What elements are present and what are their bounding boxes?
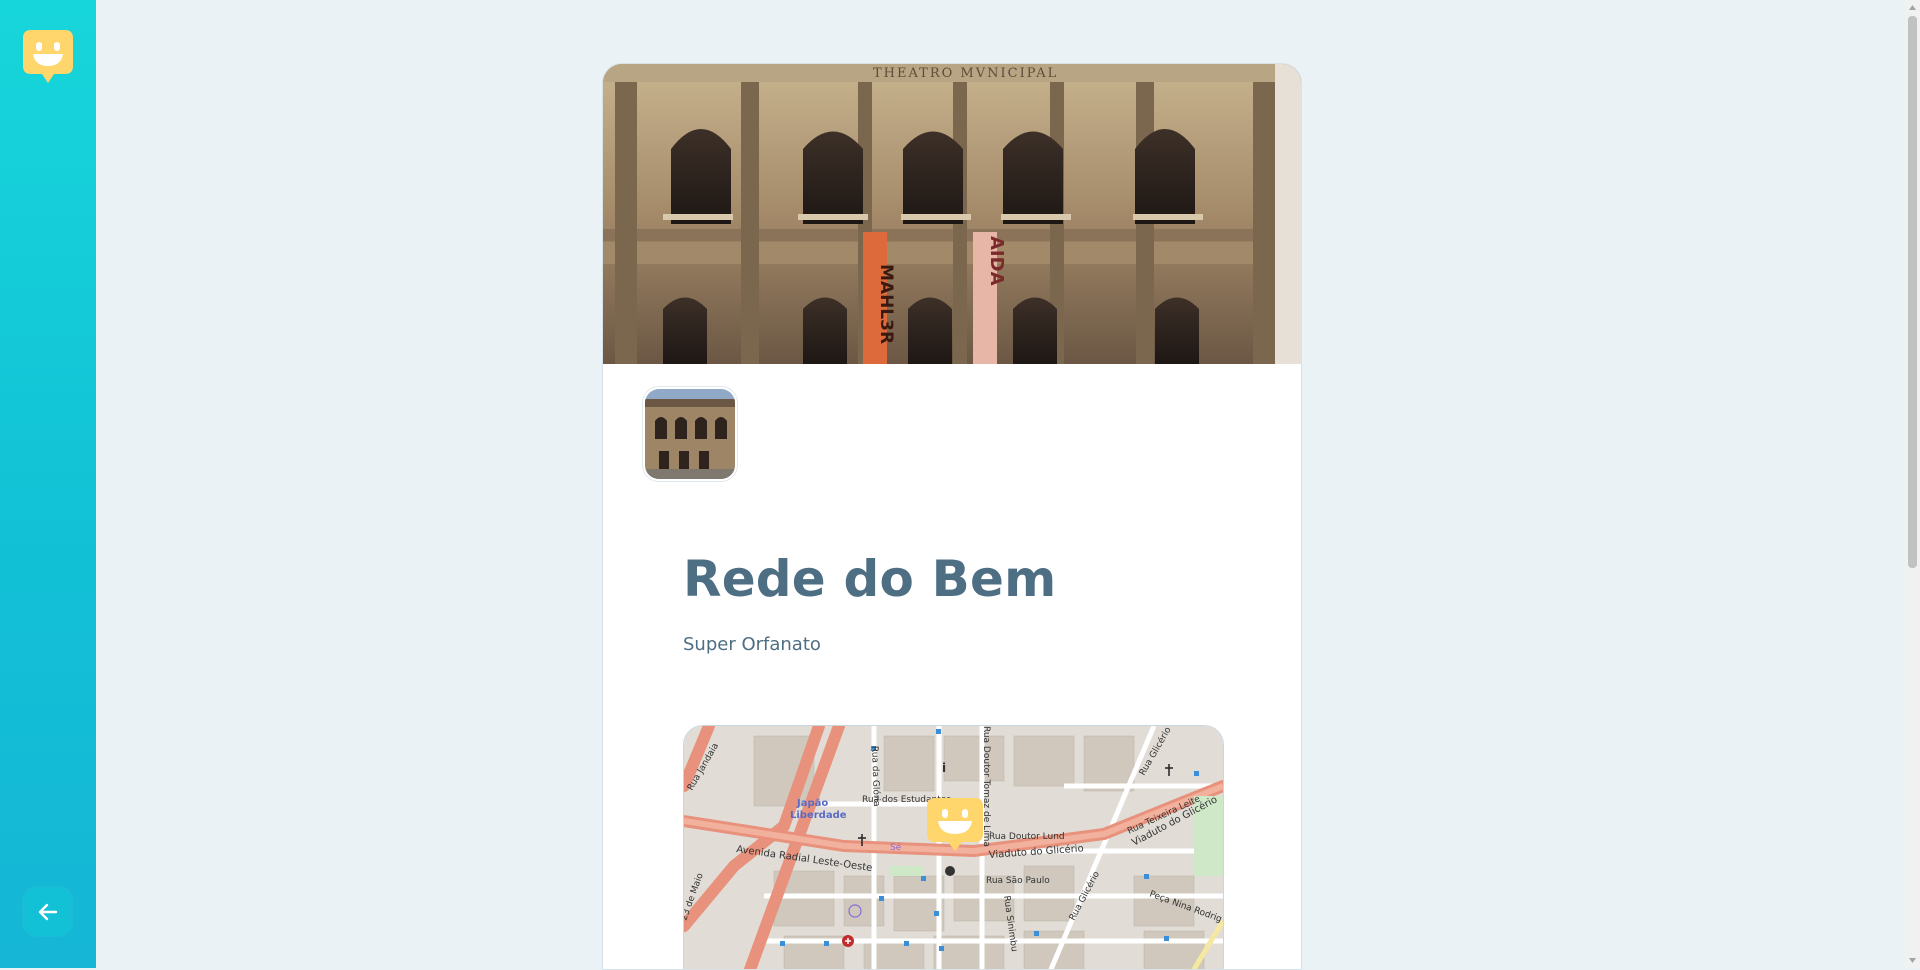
app-logo-icon[interactable] [23, 30, 73, 84]
page-title: Rede do Bem [683, 550, 1057, 608]
map-label-rua-doutor-lund: Rua Doutor Lund [989, 832, 1065, 842]
attraction-icon [945, 866, 955, 876]
cover-inscription: THEATRO MVNICIPAL [873, 66, 1058, 81]
cover-photo: THEATRO MVNICIPAL MAHL3R AIDA [603, 64, 1301, 364]
scrollbar-thumb[interactable] [1908, 16, 1917, 568]
banner-left-text: MAHL3R [876, 264, 896, 344]
arrow-left-icon [38, 903, 57, 920]
info-icon: i [942, 761, 946, 775]
map-label-rua-gloria: Rua da Glória [869, 746, 882, 807]
map-label-se: Sé [890, 842, 902, 853]
page-scrollbar[interactable] [1905, 0, 1920, 968]
scroll-down-arrow-icon[interactable] [1908, 955, 1917, 965]
banner-right-text: AIDA [986, 236, 1007, 286]
profile-card: THEATRO MVNICIPAL MAHL3R AIDA Rede do Be… [602, 63, 1302, 970]
map-label-rua-sao-paulo: Rua São Paulo [986, 876, 1050, 886]
scroll-up-arrow-icon[interactable] [1908, 3, 1917, 13]
back-button[interactable] [23, 887, 72, 936]
avatar [643, 387, 737, 481]
map-canvas: i Japão Liberdade Avenida Radial Leste-Oe… [684, 726, 1223, 969]
location-map[interactable]: i Japão Liberdade Avenida Radial Leste-Oe… [683, 725, 1224, 969]
sidebar [0, 0, 96, 968]
page-subtitle: Super Orfanato [683, 634, 821, 655]
